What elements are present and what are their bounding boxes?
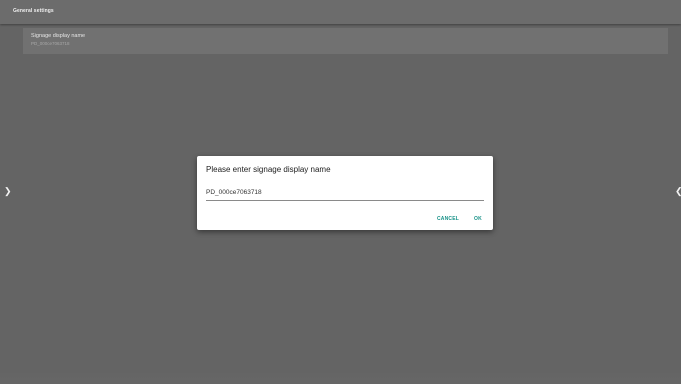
list-item-signage-display-name[interactable]: Signage display name PD_000ce7063718	[23, 28, 668, 54]
page-title: General settings	[13, 8, 54, 14]
chevron-left-icon[interactable]: ❯	[4, 187, 12, 196]
ok-button[interactable]: OK	[474, 216, 482, 222]
header-bar: General settings	[0, 0, 681, 24]
signage-name-input[interactable]	[206, 187, 484, 201]
input-dialog: Please enter signage display name CANCEL…	[197, 156, 493, 230]
bottom-edge	[0, 370, 681, 384]
chevron-right-icon[interactable]: ❮	[675, 187, 681, 196]
dialog-title: Please enter signage display name	[206, 165, 331, 174]
cancel-button[interactable]: CANCEL	[437, 216, 459, 222]
list-item-value: PD_000ce7063718	[31, 41, 70, 46]
list-item-label: Signage display name	[31, 33, 86, 39]
